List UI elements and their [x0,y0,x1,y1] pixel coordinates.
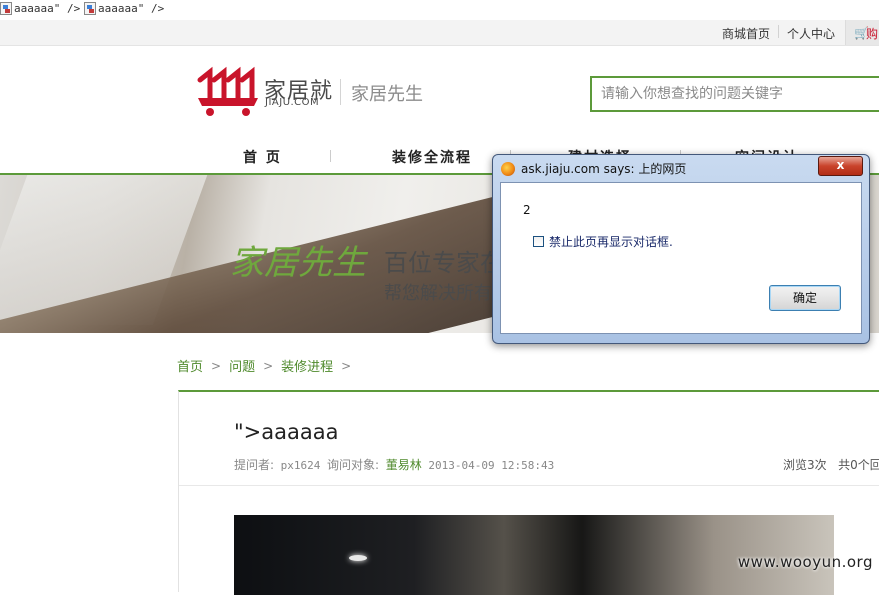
user-center-link[interactable]: 个人中心 [787,25,835,42]
chevron-right-icon: > [263,358,274,373]
dialog-close-button[interactable]: x [818,156,863,176]
question-stats: 浏览3次 共0个回 [783,456,879,473]
broken-image-icon [0,2,12,15]
site-header: 家居就 JIAJU.COM 家居先生 [0,46,879,139]
alert-dialog: ask.jiaju.com says: 上的网页 x 2 禁止此页再显示对话框.… [492,154,870,344]
ok-button[interactable]: 确定 [769,285,841,311]
breadcrumb-category[interactable]: 装修进程 [281,356,333,375]
chevron-right-icon: > [211,358,222,373]
cart-label: 购 [866,27,879,41]
suppress-dialogs-label[interactable]: 禁止此页再显示对话框. [549,233,673,250]
broken-image-1: aaaaaa" /> [0,2,80,15]
watermark: www.wooyun.org [737,553,873,571]
view-count: 浏览3次 [783,458,827,472]
search-box [590,76,879,112]
question-datetime: 2013-04-09 12:58:43 [428,459,555,472]
nav-item-home[interactable]: 首 页 [243,147,282,167]
logo-domain: JIAJU.COM [265,97,320,108]
breadcrumb-questions[interactable]: 问题 [229,356,255,375]
suppress-dialogs-option[interactable]: 禁止此页再显示对话框. [533,233,673,250]
nav-divider [330,150,331,162]
broken-image-2: aaaaaa" /> [84,2,164,15]
target-label: 询问对象: [327,458,380,472]
banner-title: 家居先生 [230,243,366,283]
broken-image-text: aaaaaa" /> [14,2,81,15]
target-expert-link[interactable]: 董易林 [386,458,422,472]
answer-count: 共0个回 [838,458,879,472]
asker-name: px1624 [280,459,321,472]
dialog-body: 2 禁止此页再显示对话框. 确定 [500,182,862,334]
nav-item-process[interactable]: 装修全流程 [392,147,472,167]
broken-image-strip: aaaaaa" /> aaaaaa" /> [0,0,879,20]
browser-icon [501,162,515,176]
chevron-right-icon: > [341,358,352,373]
cart-logo-icon[interactable] [196,66,260,118]
banner-subtitle: 百位专家在 [384,249,504,277]
dialog-title: ask.jiaju.com says: 上的网页 [521,162,687,176]
asker-label: 提问者: [234,458,275,472]
topbar-divider [778,25,779,38]
dialog-message: 2 [523,203,531,217]
question-title: ">aaaaaa [234,420,339,444]
cart-button[interactable]: 🛒 购 [845,20,879,45]
breadcrumb-home[interactable]: 首页 [177,356,203,375]
logo-divider [340,79,341,105]
ceiling-light [349,555,367,561]
search-input[interactable] [599,78,879,110]
broken-image-icon [84,2,96,15]
banner-subtitle-2: 帮您解决所有 [384,283,492,304]
suppress-dialogs-checkbox[interactable] [533,236,544,247]
question-meta: 提问者: px1624 询问对象: 董易林 2013-04-09 12:58:4… [234,456,554,473]
section-name: 家居先生 [351,84,423,105]
breadcrumb: 首页 > 问题 > 装修进程 > [177,356,352,376]
mall-home-link[interactable]: 商城首页 [722,25,770,42]
top-bar: 商城首页 个人中心 🛒 购 [0,20,879,46]
broken-image-text: aaaaaa" /> [98,2,165,15]
card-divider [179,485,879,486]
